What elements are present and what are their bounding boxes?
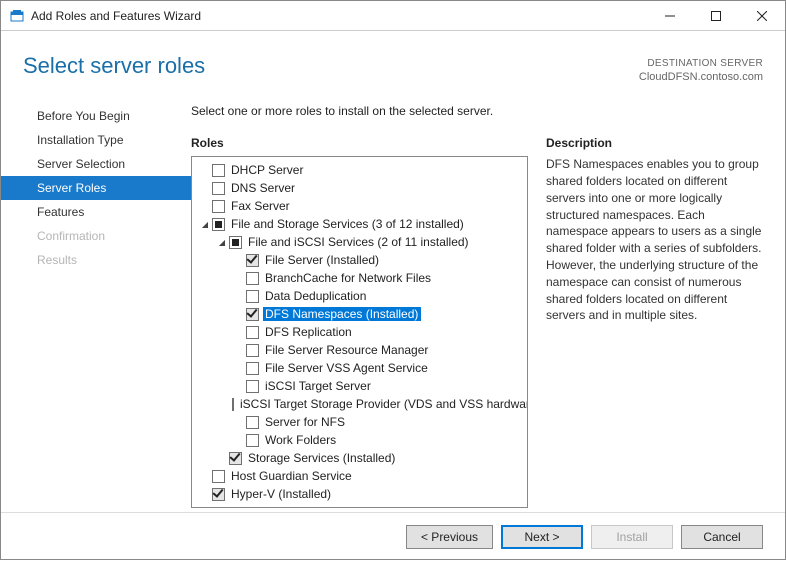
role-checkbox[interactable]: [232, 398, 234, 411]
role-label: iSCSI Target Storage Provider (VDS and V…: [238, 397, 527, 411]
content-area: Select server roles DESTINATION SERVER C…: [1, 31, 785, 563]
role-checkbox[interactable]: [212, 164, 225, 177]
role-checkbox[interactable]: [246, 326, 259, 339]
expand-open-icon[interactable]: ◢: [215, 238, 229, 247]
role-item[interactable]: iSCSI Target Storage Provider (VDS and V…: [192, 395, 527, 413]
previous-button[interactable]: < Previous: [406, 525, 493, 549]
nav-features[interactable]: Features: [1, 200, 191, 224]
role-label: DHCP Server: [229, 163, 306, 177]
role-label: File Server (Installed): [263, 253, 382, 267]
role-item[interactable]: ◢ File and iSCSI Services (2 of 11 instal…: [192, 233, 527, 251]
next-button[interactable]: Next >: [501, 525, 583, 549]
destination-value: CloudDFSN.contoso.com: [639, 70, 763, 84]
app-icon: [9, 8, 25, 24]
role-item[interactable]: Server for NFS: [192, 413, 527, 431]
role-checkbox[interactable]: [246, 416, 259, 429]
role-label: Data Deduplication: [263, 289, 369, 303]
main-panel: Select one or more roles to install on t…: [191, 94, 763, 508]
role-label: File and Storage Services (3 of 12 insta…: [229, 217, 467, 231]
role-item[interactable]: File Server (Installed): [192, 251, 527, 269]
nav-sidebar: Before You Begin Installation Type Serve…: [1, 94, 191, 508]
role-item[interactable]: DFS Namespaces (Installed): [192, 305, 527, 323]
description-heading: Description: [546, 136, 763, 150]
role-item[interactable]: Storage Services (Installed): [192, 449, 527, 467]
role-label: DFS Namespaces (Installed): [263, 307, 421, 321]
role-label: Hyper-V (Installed): [229, 487, 334, 501]
role-item[interactable]: BranchCache for Network Files: [192, 269, 527, 287]
install-button: Install: [591, 525, 673, 549]
titlebar: Add Roles and Features Wizard: [1, 1, 785, 31]
role-item[interactable]: Fax Server: [192, 197, 527, 215]
instruction-text: Select one or more roles to install on t…: [191, 104, 763, 118]
role-checkbox[interactable]: [212, 488, 225, 501]
description-text: DFS Namespaces enables you to group shar…: [546, 156, 763, 324]
role-label: Work Folders: [263, 433, 339, 447]
role-checkbox[interactable]: [212, 218, 225, 231]
roles-tree[interactable]: DHCP ServerDNS ServerFax Server◢File and…: [192, 157, 527, 507]
cancel-button[interactable]: Cancel: [681, 525, 763, 549]
header-area: Select server roles DESTINATION SERVER C…: [1, 31, 785, 94]
role-item[interactable]: ◢ File and Storage Services (3 of 12 inst…: [192, 215, 527, 233]
role-checkbox[interactable]: [229, 236, 242, 249]
nav-confirmation: Confirmation: [1, 224, 191, 248]
role-item[interactable]: Data Deduplication: [192, 287, 527, 305]
minimize-button[interactable]: [647, 1, 693, 30]
expand-open-icon[interactable]: ◢: [198, 220, 212, 229]
role-label: Fax Server: [229, 199, 293, 213]
role-item[interactable]: iSCSI Target Server: [192, 377, 527, 395]
roles-tree-wrap: DHCP ServerDNS ServerFax Server◢File and…: [191, 156, 528, 508]
roles-panel: Roles DHCP ServerDNS ServerFax Server◢Fi…: [191, 136, 528, 508]
role-item[interactable]: DFS Replication: [192, 323, 527, 341]
role-checkbox[interactable]: [246, 272, 259, 285]
role-item[interactable]: File Server Resource Manager: [192, 341, 527, 359]
role-item[interactable]: File Server VSS Agent Service: [192, 359, 527, 377]
role-checkbox[interactable]: [229, 452, 242, 465]
role-checkbox[interactable]: [246, 344, 259, 357]
nav-before-you-begin[interactable]: Before You Begin: [1, 104, 191, 128]
roles-heading: Roles: [191, 136, 528, 150]
window-buttons: [647, 1, 785, 30]
role-item[interactable]: DNS Server: [192, 179, 527, 197]
role-checkbox[interactable]: [246, 308, 259, 321]
nav-installation-type[interactable]: Installation Type: [1, 128, 191, 152]
role-checkbox[interactable]: [246, 434, 259, 447]
destination-server: DESTINATION SERVER CloudDFSN.contoso.com: [639, 57, 763, 84]
nav-server-selection[interactable]: Server Selection: [1, 152, 191, 176]
role-label: File Server Resource Manager: [263, 343, 431, 357]
role-label: DFS Replication: [263, 325, 355, 339]
role-label: Host Guardian Service: [229, 469, 355, 483]
role-item[interactable]: DHCP Server: [192, 161, 527, 179]
role-label: File Server VSS Agent Service: [263, 361, 431, 375]
close-button[interactable]: [739, 1, 785, 30]
role-label: DNS Server: [229, 181, 298, 195]
description-panel: Description DFS Namespaces enables you t…: [546, 136, 763, 508]
footer: < Previous Next > Install Cancel: [1, 512, 785, 563]
nav-results: Results: [1, 248, 191, 272]
maximize-button[interactable]: [693, 1, 739, 30]
role-label: File and iSCSI Services (2 of 11 install…: [246, 235, 472, 249]
role-checkbox[interactable]: [246, 290, 259, 303]
role-checkbox[interactable]: [212, 182, 225, 195]
role-label: BranchCache for Network Files: [263, 271, 434, 285]
role-item[interactable]: Work Folders: [192, 431, 527, 449]
role-item[interactable]: Hyper-V (Installed): [192, 485, 527, 503]
role-checkbox[interactable]: [212, 470, 225, 483]
page-title: Select server roles: [23, 53, 639, 79]
panels: Roles DHCP ServerDNS ServerFax Server◢Fi…: [191, 136, 763, 508]
nav-server-roles[interactable]: Server Roles: [1, 176, 191, 200]
role-label: Server for NFS: [263, 415, 348, 429]
wizard-window: Add Roles and Features Wizard Select ser…: [0, 0, 786, 560]
role-checkbox[interactable]: [246, 380, 259, 393]
window-title: Add Roles and Features Wizard: [31, 9, 647, 23]
role-checkbox[interactable]: [246, 362, 259, 375]
destination-label: DESTINATION SERVER: [639, 57, 763, 70]
role-label: iSCSI Target Server: [263, 379, 374, 393]
role-label: Storage Services (Installed): [246, 451, 398, 465]
role-checkbox[interactable]: [246, 254, 259, 267]
role-item[interactable]: Host Guardian Service: [192, 467, 527, 485]
role-checkbox[interactable]: [212, 200, 225, 213]
body: Before You Begin Installation Type Serve…: [1, 94, 785, 508]
